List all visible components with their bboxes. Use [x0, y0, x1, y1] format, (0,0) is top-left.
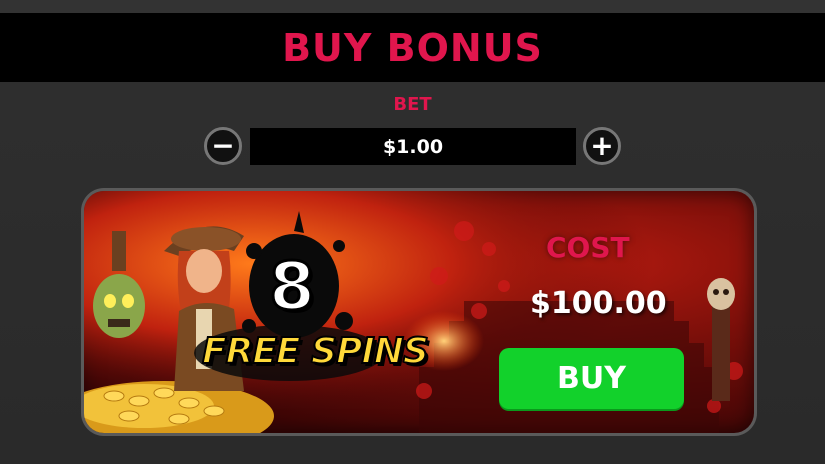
minus-icon: −	[211, 129, 235, 162]
page-title: BUY BONUS	[282, 25, 543, 70]
title-bar: BUY BONUS	[0, 13, 825, 82]
buy-button-label: BUY	[557, 361, 626, 396]
buy-button[interactable]: BUY	[499, 348, 684, 409]
cost-value: $100.00	[530, 286, 667, 321]
bonus-offer-card: 8 FREE SPINS COST $100.00 BUY	[84, 191, 754, 433]
buy-bonus-screen: BUY BONUS BET − $1.00 + 8 FREE SPINS COS…	[0, 0, 825, 464]
bet-label: BET	[393, 94, 432, 115]
bet-decrease-button[interactable]: −	[204, 127, 242, 165]
bet-increase-button[interactable]: +	[583, 127, 621, 165]
cost-label: COST	[546, 231, 630, 264]
plus-icon: +	[590, 129, 614, 162]
free-spins-count: 8	[268, 247, 317, 327]
bet-value-display: $1.00	[250, 128, 576, 165]
top-strip	[0, 0, 825, 13]
free-spins-label: FREE SPINS	[201, 330, 430, 373]
